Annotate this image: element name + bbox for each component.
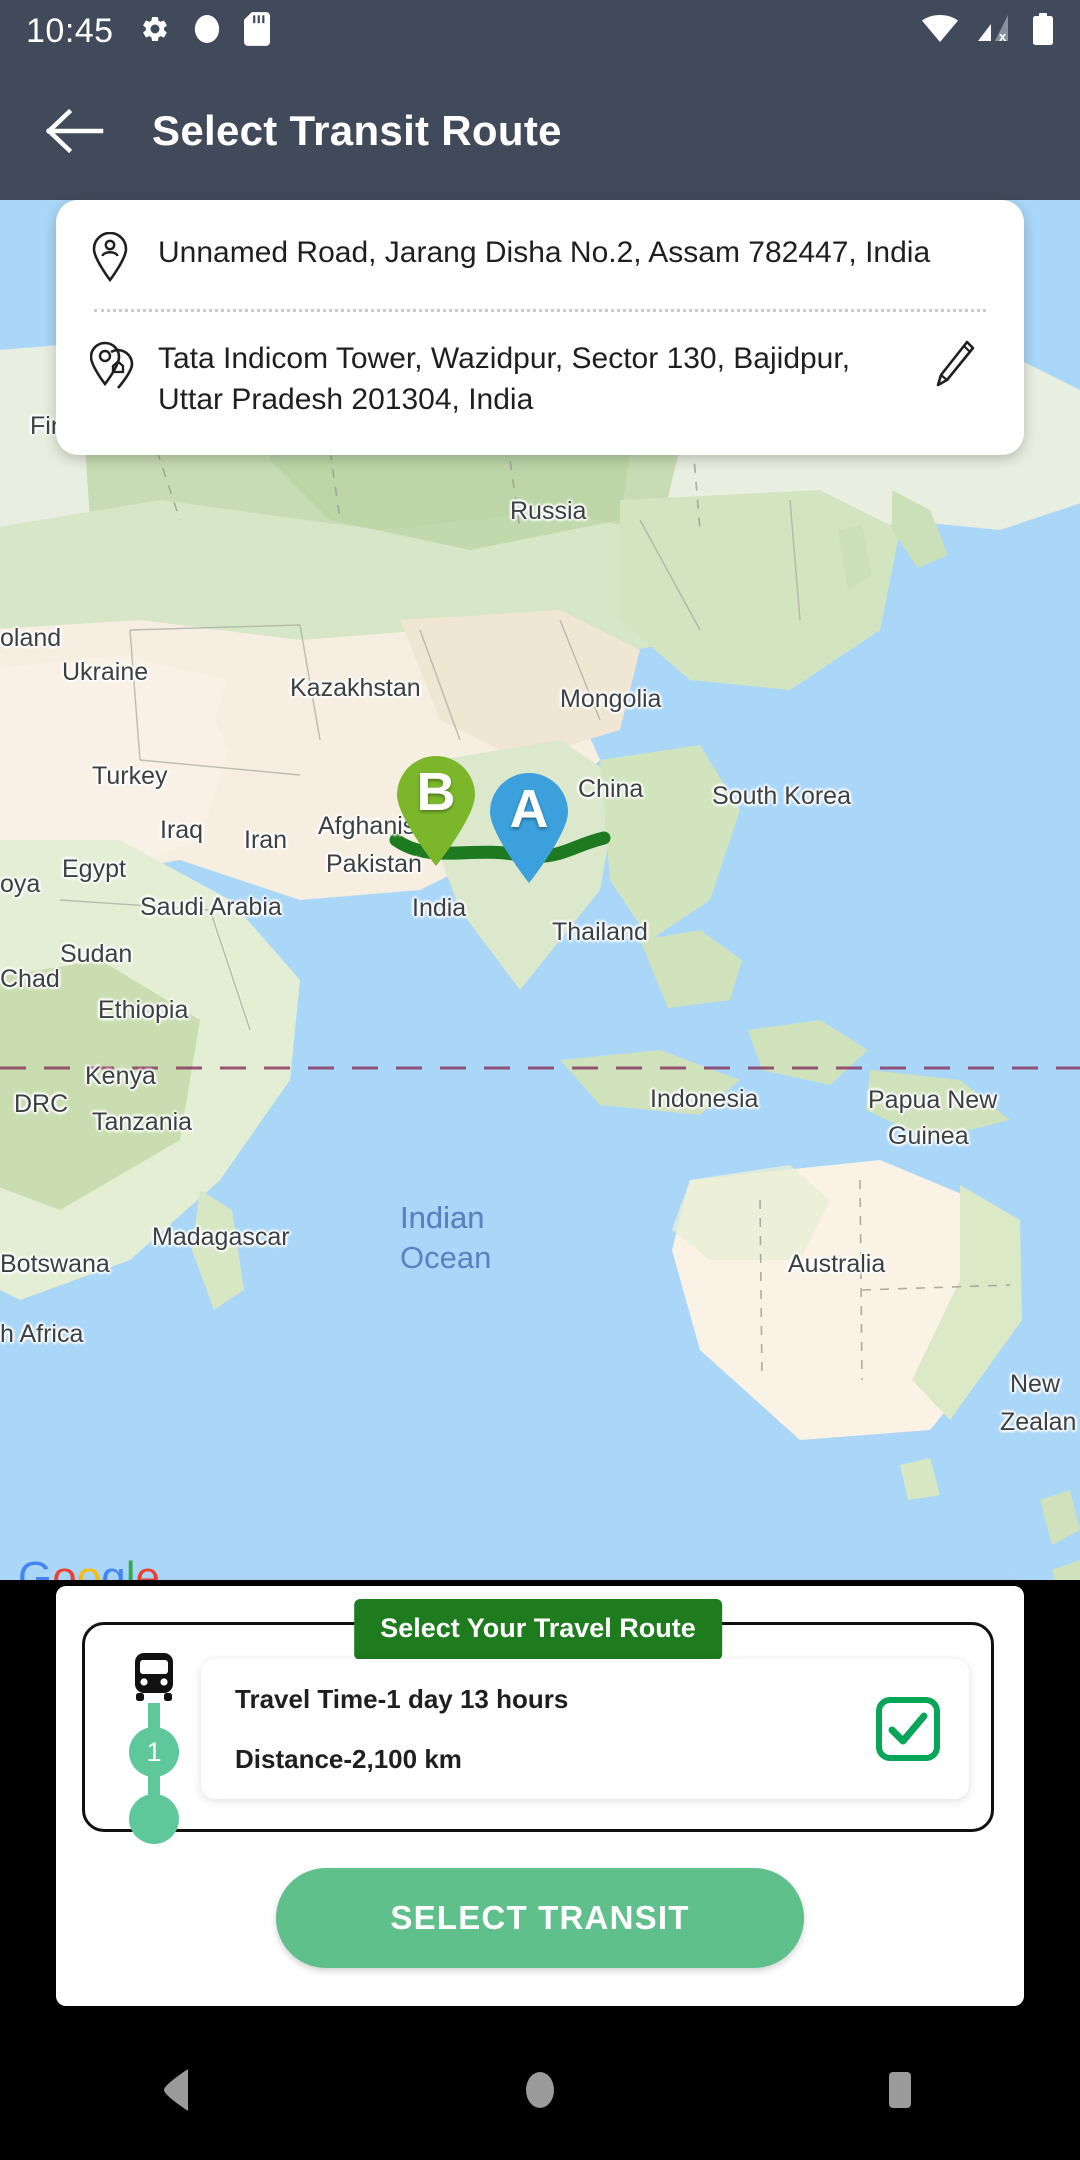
circle-icon	[192, 12, 222, 51]
status-bar-clock: 10:45	[26, 11, 114, 50]
address-card: Unnamed Road, Jarang Disha No.2, Assam 7…	[56, 200, 1024, 455]
gear-icon	[140, 14, 170, 49]
nav-recents-button[interactable]	[840, 2030, 960, 2150]
nav-home-button[interactable]	[480, 2030, 600, 2150]
destination-address: Tata Indicom Tower, Wazidpur, Sector 130…	[158, 342, 851, 417]
svg-text:Google: Google	[18, 1554, 160, 1580]
distance-label: Distance-2,100 km	[235, 1744, 462, 1774]
back-triangle-icon	[164, 2069, 188, 2111]
back-button[interactable]	[34, 90, 116, 172]
home-circle-icon	[526, 2072, 554, 2108]
origin-row[interactable]: Unnamed Road, Jarang Disha No.2, Assam 7…	[90, 230, 990, 287]
address-divider	[94, 309, 986, 312]
bottom-sheet: Select Your Travel Route 1 Travel Time-1…	[56, 1586, 1024, 2006]
page-title: Select Transit Route	[152, 107, 562, 154]
route-timeline: 1	[123, 1651, 181, 1844]
cellular-signal-off-icon: x	[978, 14, 1012, 48]
marker-label-a: A	[509, 779, 549, 839]
wifi-icon	[922, 14, 958, 48]
marker-label-b: B	[416, 762, 456, 822]
phone-screen: 10:45 x Select Transit Route Russia olan…	[0, 0, 1080, 2160]
recents-square-icon	[889, 2072, 911, 2108]
origin-address: Unnamed Road, Jarang Disha No.2, Assam 7…	[158, 236, 931, 269]
home-pin-icon	[89, 336, 148, 395]
route-checkbox[interactable]	[873, 1694, 943, 1764]
person-pin-icon	[90, 230, 148, 287]
nav-back-button[interactable]	[120, 2030, 240, 2150]
route-badge: Select Your Travel Route	[354, 1599, 722, 1660]
arrow-left-icon	[46, 108, 104, 154]
edit-address-button[interactable]	[918, 336, 990, 392]
battery-icon	[1032, 12, 1054, 50]
route-detail-text: Travel Time-1 day 13 hours Distance-2,10…	[235, 1686, 873, 1772]
select-transit-button[interactable]: SELECT TRANSIT	[276, 1868, 804, 1968]
sd-card-icon	[243, 11, 270, 51]
map-marker-a[interactable]: A	[486, 772, 572, 884]
status-bar: 10:45 x	[0, 0, 1080, 62]
svg-text:x: x	[999, 29, 1007, 43]
status-bar-right-icons: x	[922, 12, 1054, 50]
map-marker-b[interactable]: B	[393, 755, 479, 867]
status-bar-left-icons	[140, 11, 270, 51]
checkbox-checked-icon	[876, 1697, 940, 1761]
bus-icon	[131, 1651, 177, 1708]
android-nav-bar	[0, 2020, 1080, 2160]
route-detail-card[interactable]: Travel Time-1 day 13 hours Distance-2,10…	[201, 1659, 969, 1799]
app-bar: Select Transit Route	[0, 62, 1080, 200]
destination-row[interactable]: Tata Indicom Tower, Wazidpur, Sector 130…	[89, 336, 990, 421]
travel-time-label: Travel Time-1 day 13 hours	[235, 1684, 569, 1714]
pencil-icon	[936, 340, 975, 387]
timeline-step-number: 1	[129, 1727, 179, 1777]
timeline-end-dot	[129, 1794, 179, 1844]
route-option-container[interactable]: Select Your Travel Route 1 Travel Time-1…	[82, 1599, 994, 1844]
